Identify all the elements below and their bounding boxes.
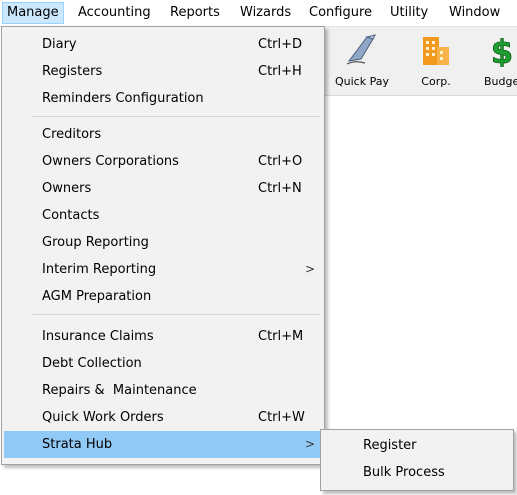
submenu-item-register[interactable]: Register: [323, 432, 511, 459]
menu-bar: Manage Accounting Reports Wizards Config…: [0, 0, 517, 27]
menu-item-label: Reminders Configuration: [42, 91, 204, 106]
menu-separator: [32, 314, 320, 315]
menu-wizards[interactable]: Wizards: [236, 3, 295, 23]
menu-item-owners[interactable]: Owners Ctrl+N: [4, 175, 322, 202]
menu-item-diary[interactable]: Diary Ctrl+D: [4, 31, 322, 58]
menu-manage[interactable]: Manage: [2, 2, 64, 24]
quill-pen-icon: [346, 34, 376, 65]
menu-item-label: AGM Preparation: [42, 289, 152, 304]
menu-utility[interactable]: Utility: [386, 3, 432, 23]
menu-item-shortcut: Ctrl+N: [258, 181, 302, 196]
menu-item-interim-reporting[interactable]: Interim Reporting >: [4, 256, 322, 283]
menu-item-label: Bulk Process: [363, 465, 445, 480]
menu-configure[interactable]: Configure: [305, 3, 376, 23]
menu-item-label: Creditors: [42, 127, 102, 142]
menu-item-registers[interactable]: Registers Ctrl+H: [4, 58, 322, 85]
menu-item-label: Quick Work Orders: [42, 410, 164, 425]
menu-item-label: Contacts: [42, 208, 100, 223]
strata-hub-submenu: Register Bulk Process: [320, 429, 514, 491]
corp-label: Corp.: [421, 75, 451, 88]
manage-dropdown-menu: Diary Ctrl+D Registers Ctrl+H Reminders …: [1, 26, 325, 465]
menu-item-label: Registers: [42, 64, 103, 79]
toolbar: Quick Pay Corp. $ Budge: [324, 27, 517, 96]
menu-item-creditors[interactable]: Creditors: [4, 121, 322, 148]
menu-item-strata-hub[interactable]: Strata Hub >: [4, 431, 322, 458]
menu-item-insurance-claims[interactable]: Insurance Claims Ctrl+M: [4, 323, 322, 350]
menu-item-label: Interim Reporting: [42, 262, 157, 277]
menu-item-shortcut: Ctrl+M: [258, 329, 304, 344]
submenu-arrow-icon: >: [305, 262, 316, 276]
quick-pay-button[interactable]: Quick Pay: [330, 27, 394, 95]
menu-item-debt-collection[interactable]: Debt Collection: [4, 350, 322, 377]
menu-item-repairs-maintenance[interactable]: Repairs & Maintenance: [4, 377, 322, 404]
menu-item-label: Insurance Claims: [42, 329, 154, 344]
svg-text:$: $: [491, 33, 513, 67]
menu-item-label: Owners: [42, 181, 92, 196]
menu-window[interactable]: Window: [445, 3, 504, 23]
menu-item-label: Group Reporting: [42, 235, 149, 250]
menu-accounting[interactable]: Accounting: [74, 3, 155, 23]
menu-item-label: Owners Corporations: [42, 154, 179, 169]
corp-button[interactable]: Corp.: [410, 27, 462, 95]
dollar-icon: $: [490, 33, 513, 67]
budget-label: Budge: [484, 75, 517, 88]
menu-reports[interactable]: Reports: [166, 3, 224, 23]
menu-separator: [32, 116, 320, 117]
menu-item-label: Strata Hub: [42, 437, 113, 452]
menu-item-owners-corporations[interactable]: Owners Corporations Ctrl+O: [4, 148, 322, 175]
budget-button[interactable]: $ Budge: [476, 27, 517, 95]
menu-item-reminders-configuration[interactable]: Reminders Configuration: [4, 85, 322, 112]
menu-item-label: Register: [363, 438, 417, 453]
menu-item-shortcut: Ctrl+D: [258, 37, 303, 52]
menu-item-agm-preparation[interactable]: AGM Preparation: [4, 283, 322, 310]
menu-item-label: Repairs & Maintenance: [42, 383, 197, 398]
submenu-item-bulk-process[interactable]: Bulk Process: [323, 459, 511, 486]
menu-item-shortcut: Ctrl+W: [258, 410, 305, 425]
menu-item-shortcut: Ctrl+O: [258, 154, 303, 169]
submenu-arrow-icon: >: [305, 437, 316, 451]
menu-item-group-reporting[interactable]: Group Reporting: [4, 229, 322, 256]
building-icon: [423, 37, 449, 65]
menu-item-shortcut: Ctrl+H: [258, 64, 302, 79]
menu-item-contacts[interactable]: Contacts: [4, 202, 322, 229]
quick-pay-label: Quick Pay: [335, 75, 389, 88]
menu-item-quick-work-orders[interactable]: Quick Work Orders Ctrl+W: [4, 404, 322, 431]
menu-item-label: Diary: [42, 37, 77, 52]
menu-item-label: Debt Collection: [42, 356, 142, 371]
